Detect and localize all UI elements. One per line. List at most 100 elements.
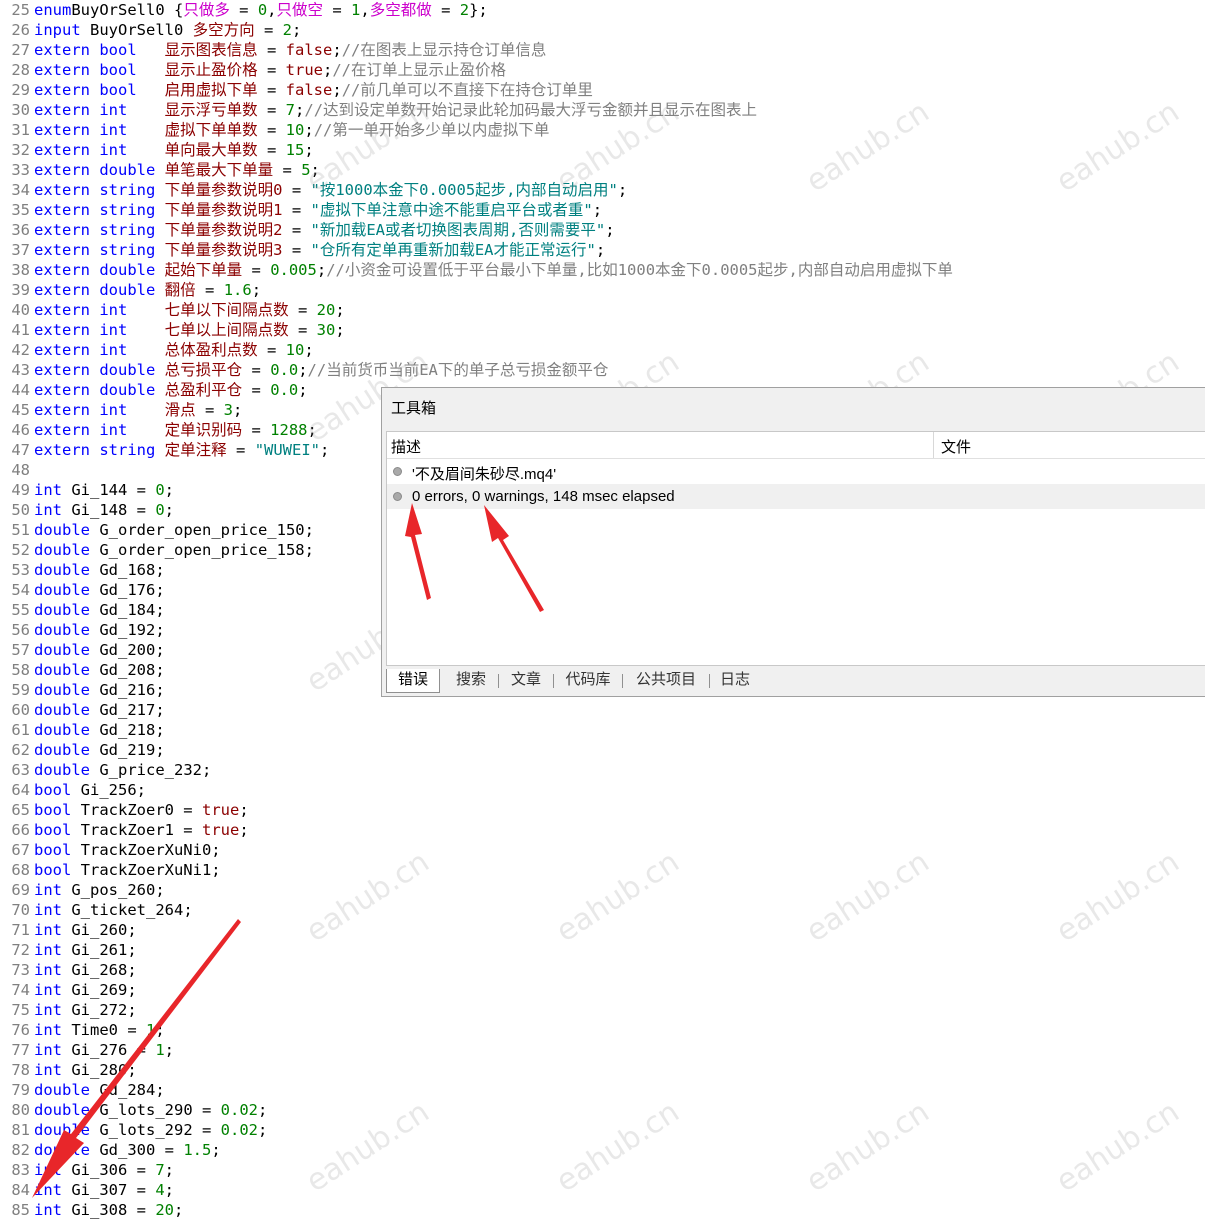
list-item[interactable]: '不及眉间朱砂尽.mq4' [387,459,1205,484]
code-line[interactable]: 57 double Gd_200; [0,640,164,660]
code-line[interactable]: 28 extern bool 显示止盈价格 = true;//在订单上显示止盈价格 [0,60,506,80]
code-line[interactable]: 53 double Gd_168; [0,560,164,580]
code-line[interactable]: 69 int G_pos_260; [0,880,164,900]
code-token: = [282,241,311,259]
tab-errors[interactable]: 错误 [386,669,440,693]
code-token: Gd_192; [90,621,165,639]
code-token: ; [605,221,615,239]
code-line[interactable]: 80 double G_lots_290 = 0.02; [0,1100,267,1120]
code-line[interactable]: 84 int Gi_307 = 4; [0,1180,174,1200]
code-line[interactable]: 54 double Gd_176; [0,580,165,600]
code-line[interactable]: 50 int Gi_148 = 0; [0,500,174,520]
code-line[interactable]: 79 double Gd_284; [0,1080,164,1100]
column-header-file[interactable]: 文件 [941,436,971,457]
code-line[interactable]: 73 int Gi_268; [0,960,136,980]
code-token: ; [211,1141,221,1159]
code-token: extern int [34,401,128,419]
code-line[interactable]: 77 int Gi_276 = 1; [0,1040,174,1060]
code-line[interactable]: 39 extern double 翻倍 = 1.6; [0,280,261,300]
code-token: 30 [316,321,336,339]
code-line[interactable]: 41 extern int 七单以上间隔点数 = 30; [0,320,344,340]
code-token: 虚拟下单单数 [164,121,258,139]
column-separator[interactable] [933,432,934,458]
tab-journal[interactable]: 日志 [712,669,758,693]
code-line[interactable]: 56 double Gd_192; [0,620,165,640]
code-token: ; [617,181,628,199]
code-line[interactable]: 70 int G_ticket_264; [0,900,192,920]
code-line[interactable]: 78 int Gi_280; [0,1060,136,1080]
code-line[interactable]: 25 enumBuyOrSell0 {只做多 = 0,只做空 = 1,多空都做 =… [0,0,487,20]
code-token: = [431,1,460,19]
code-token: input [34,21,81,39]
column-header-description[interactable]: 描述 [391,436,421,457]
code-line[interactable]: 43 extern double 总亏损平仓 = 0.0;//当前货币当前EA下的… [0,360,608,380]
code-line[interactable]: 75 int Gi_272; [0,1000,136,1020]
code-line[interactable]: 65 bool TrackZoer0 = true; [0,800,248,820]
code-line[interactable]: 36 extern string 下单量参数说明2 = "新加载EA或者切换图表周… [0,220,615,240]
code-token: = [242,421,271,439]
code-token: extern int [34,141,128,159]
code-line[interactable]: 67 bool TrackZoerXuNi0; [0,840,220,860]
code-line[interactable]: 32 extern int 单向最大单数 = 15; [0,140,313,160]
code-line[interactable]: 49 int Gi_144 = 0; [0,480,174,500]
code-line[interactable]: 46 extern int 定单识别码 = 1288; [0,420,317,440]
code-line[interactable]: 37 extern string 下单量参数说明3 = "仓所有定单再重新加载EA… [0,240,605,260]
code-line[interactable]: 66 bool TrackZoer1 = true; [0,820,248,840]
code-line[interactable]: 85 int Gi_308 = 20; [0,1200,183,1220]
code-line[interactable]: 26 input BuyOrSell0 多空方向 = 2; [0,20,301,40]
code-token: bool [34,821,72,839]
code-line[interactable]: 29 extern bool 启用虚拟下单 = false;//前几单可以不直接下… [0,80,593,100]
code-line[interactable]: 52 double G_order_open_price_158; [0,540,314,560]
code-line[interactable]: 60 double Gd_217; [0,700,164,720]
code-line[interactable]: 58 double Gd_208; [0,660,164,680]
code-line[interactable]: 63 double G_price_232; [0,760,211,780]
tab-articles[interactable]: 文章 [501,669,551,693]
list-item[interactable]: 0 errors, 0 warnings, 148 msec elapsed [387,484,1205,509]
code-line[interactable]: 81 double G_lots_292 = 0.02; [0,1120,267,1140]
line-number: 82 [11,1141,30,1159]
code-line[interactable]: 33 extern double 单笔最大下单量 = 5; [0,160,320,180]
code-line[interactable]: 31 extern int 虚拟下单单数 = 10;//第一单开始多少单以内虚拟下… [0,120,549,140]
code-token: Gd_176; [90,581,165,599]
code-token: = [288,301,317,319]
code-line[interactable]: 47 extern string 定单注释 = "WUWEI"; [0,440,329,460]
code-token: ; [595,241,606,259]
error-list[interactable]: 描述 文件 '不及眉间朱砂尽.mq4' 0 errors, 0 warnings… [386,431,1205,666]
code-token: double [34,561,90,579]
code-line[interactable]: 51 double G_order_open_price_150; [0,520,314,540]
code-token: double [34,541,90,559]
line-number: 75 [11,1001,30,1019]
code-line[interactable]: 61 double Gd_218; [0,720,164,740]
code-line[interactable]: 35 extern string 下单量参数说明1 = "虚拟下单注意中途不能重启… [0,200,602,220]
code-token: double [34,701,90,719]
code-line[interactable]: 62 double Gd_219; [0,740,164,760]
code-line[interactable]: 48 [0,460,34,480]
code-line[interactable]: 71 int Gi_260; [0,920,136,940]
code-line[interactable]: 76 int Time0 = 1; [0,1020,164,1040]
code-token: double [34,741,90,759]
code-line[interactable]: 34 extern string 下单量参数说明0 = "按1000本金下0.00… [0,180,627,200]
code-line[interactable]: 64 bool Gi_256; [0,780,146,800]
code-line[interactable]: 38 extern double 起始下单量 = 0.005;//小资金可设置低于… [0,260,953,280]
code-line[interactable]: 74 int Gi_269; [0,980,136,1000]
tab-separator [709,674,710,688]
code-line[interactable]: 44 extern double 总盈利平仓 = 0.0; [0,380,307,400]
code-token: 1 [146,1021,156,1039]
code-line[interactable]: 55 double Gd_184; [0,600,164,620]
code-line[interactable]: 30 extern int 显示浮亏单数 = 7;//达到设定单数开始记录此轮加码… [0,100,757,120]
tab-code-base[interactable]: 代码库 [556,669,620,693]
code-line[interactable]: 82 double Gd_300 = 1.5; [0,1140,221,1160]
code-line[interactable]: 59 double Gd_216; [0,680,164,700]
code-line[interactable]: 40 extern int 七单以下间隔点数 = 20; [0,300,344,320]
code-line[interactable]: 27 extern bool 显示图表信息 = false;//在图表上显示持仓订… [0,40,546,60]
code-token: double [34,681,90,699]
code-line[interactable]: 83 int Gi_306 = 7; [0,1160,174,1180]
line-number: 81 [11,1121,30,1139]
code-line[interactable]: 42 extern int 总体盈利点数 = 10; [0,340,313,360]
code-line[interactable]: 68 bool TrackZoerXuNi1; [0,860,220,880]
code-line[interactable]: 72 int Gi_261; [0,940,136,960]
code-line[interactable]: 45 extern int 滑点 = 3; [0,400,242,420]
tab-search[interactable]: 搜索 [446,669,496,693]
tab-public-projects[interactable]: 公共项目 [625,669,707,693]
code-token: int [34,921,62,939]
